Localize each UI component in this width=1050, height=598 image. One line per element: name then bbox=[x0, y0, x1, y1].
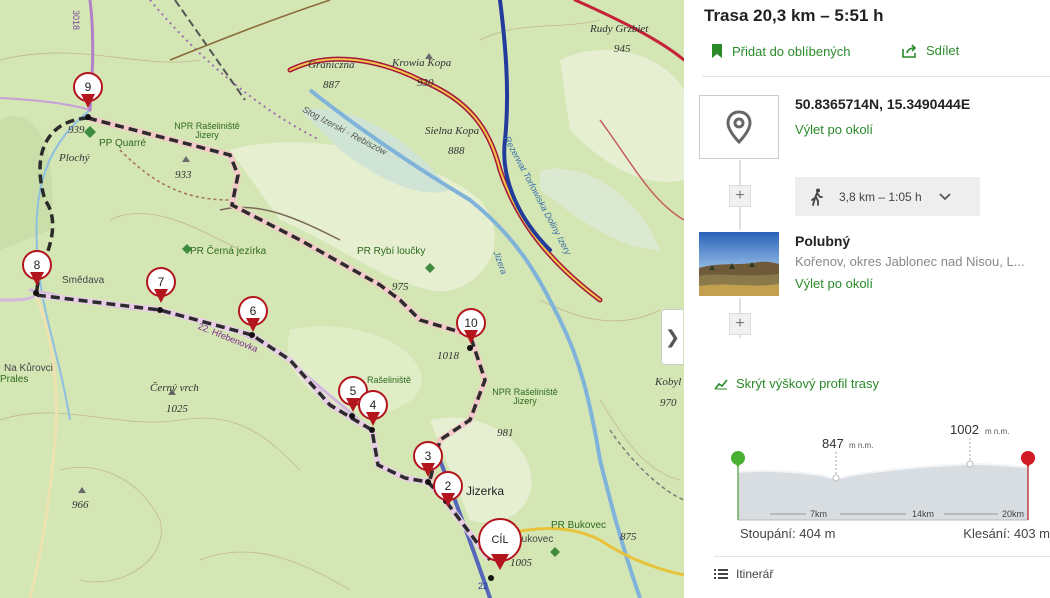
map-label-pr-bukovec: PR Bukovec bbox=[551, 520, 607, 531]
map-label-prales: Prales bbox=[0, 374, 29, 385]
map-label-road-3018: 3018 bbox=[71, 10, 81, 31]
landscape-photo bbox=[699, 232, 779, 296]
add-waypoint-button[interactable]: + bbox=[729, 185, 751, 207]
map-label-npr-top: NPR Rašeliniště Jizery bbox=[174, 121, 240, 140]
map-label-1005: 1005 bbox=[510, 557, 532, 569]
itinerary-button[interactable]: Itinerář bbox=[714, 567, 773, 581]
destination-subtitle: Kořenov, okres Jablonec nad Nisou, L... bbox=[795, 254, 1025, 269]
route-marker-10[interactable]: 10 bbox=[456, 308, 486, 348]
km-mark-7: 7km bbox=[810, 509, 827, 519]
segment-summary-label: 3,8 km – 1:05 h bbox=[839, 189, 922, 204]
route-marker-7[interactable]: 7 bbox=[146, 267, 176, 307]
map-label-raseliniste: Rašeliniště bbox=[367, 375, 412, 385]
map-label-970: 970 bbox=[660, 397, 677, 409]
map-label-pp-quarre: PP Quarré bbox=[99, 138, 147, 149]
location-pin-icon bbox=[726, 110, 752, 144]
add-waypoint-end-button[interactable]: + bbox=[729, 313, 751, 335]
share-icon bbox=[902, 43, 917, 58]
peak1-unit: m n.m. bbox=[849, 441, 873, 450]
map-label-939: 939 bbox=[68, 124, 85, 136]
destination-photo[interactable] bbox=[699, 232, 779, 296]
bookmark-icon bbox=[712, 44, 722, 58]
start-coordinates: 50.8365714N, 15.3490444E bbox=[795, 96, 971, 112]
map-label-plochy: Plochý bbox=[59, 152, 90, 164]
map-label-rudy-grzbiet: Rudy Grzbiet bbox=[590, 23, 649, 35]
add-favorite-label: Přidat do oblíbených bbox=[732, 43, 851, 59]
destination-name: Polubný bbox=[795, 233, 851, 249]
chart-line-icon bbox=[714, 378, 728, 389]
route-marker-4[interactable]: 4 bbox=[358, 390, 388, 430]
divider bbox=[714, 556, 1050, 557]
share-button[interactable]: Sdílet bbox=[902, 43, 959, 58]
elevation-chart: 847 m n.m. 1002 m n.m. 7km 14km 20km Sto… bbox=[731, 422, 1050, 541]
map-label-na-kurovci: Na Kůrovci bbox=[4, 363, 53, 374]
route-marker-2[interactable]: 2 bbox=[433, 471, 463, 511]
route-panel: Trasa 20,3 km – 5:51 h Přidat do oblíben… bbox=[684, 0, 1050, 598]
route-marker-9[interactable]: 9 bbox=[73, 72, 103, 112]
add-favorite-button[interactable]: Přidat do oblíbených bbox=[710, 43, 851, 59]
list-icon bbox=[714, 569, 728, 579]
km-mark-20: 20km bbox=[1002, 509, 1024, 519]
km-mark-14: 14km bbox=[912, 509, 934, 519]
start-thumbnail[interactable] bbox=[699, 95, 779, 159]
route-marker-6[interactable]: 6 bbox=[238, 296, 268, 336]
map-label-graniczna-elev: 887 bbox=[323, 79, 340, 91]
map-label-pr-cerna: PR Černá jezírka bbox=[190, 246, 267, 257]
map-label-981: 981 bbox=[497, 427, 514, 439]
plus-icon: + bbox=[735, 315, 745, 332]
map-label-graniczna: Graniczna bbox=[308, 59, 355, 71]
peak2-label: 1002 bbox=[950, 422, 979, 437]
map-label-sielna-kopa: Sielna Kopa bbox=[425, 125, 480, 137]
destination-trip-link[interactable]: Výlet po okolí bbox=[795, 276, 873, 291]
map-label-kobyl: Kobyl bbox=[655, 376, 682, 388]
map-label-975: 975 bbox=[392, 281, 409, 293]
map-label-sielna-elev: 888 bbox=[448, 145, 465, 157]
map-canvas[interactable]: Graniczna 887 Krowia Kopa 930 Sielna Kop… bbox=[0, 0, 684, 598]
ascent-label: Stoupání: 404 m bbox=[740, 526, 835, 541]
map-label-npr-mid: NPR Rašeliniště Jizery bbox=[492, 387, 558, 406]
itinerary-label: Itinerář bbox=[736, 567, 774, 581]
map-label-875: 875 bbox=[620, 531, 637, 543]
elevation-profile[interactable]: 847 m n.m. 1002 m n.m. 7km 14km 20km Sto… bbox=[730, 420, 1050, 555]
map-label-933: 933 bbox=[175, 169, 192, 181]
toggle-elevation-profile[interactable]: Skrýt výškový profil trasy bbox=[714, 376, 879, 391]
map-label-cerny-elev: 1025 bbox=[166, 403, 188, 415]
map-label-966: 966 bbox=[72, 499, 89, 511]
peak2-unit: m n.m. bbox=[985, 427, 1009, 436]
segment-summary[interactable]: 3,8 km – 1:05 h bbox=[795, 177, 980, 216]
share-label: Sdílet bbox=[926, 43, 960, 58]
toggle-elevation-label: Skrýt výškový profil trasy bbox=[736, 376, 880, 391]
map-label-krowia-kopa: Krowia Kopa bbox=[392, 57, 452, 69]
route-title: Trasa 20,3 km – 5:51 h bbox=[704, 6, 884, 25]
map-label-cerny-vrch: Černý vrch bbox=[150, 382, 199, 394]
peak1-label: 847 bbox=[822, 436, 844, 451]
descent-label: Klesání: 403 m bbox=[963, 526, 1050, 541]
route-marker-finish[interactable]: CÍL bbox=[478, 518, 522, 570]
map-label-jizerka: Jizerka bbox=[466, 484, 505, 498]
map-label-road-22: 22 bbox=[478, 581, 489, 591]
map-label-krowia-elev: 930 bbox=[417, 77, 434, 89]
plus-icon: + bbox=[735, 187, 745, 204]
map-label-1018: 1018 bbox=[437, 350, 459, 362]
route-marker-8[interactable]: 8 bbox=[22, 250, 52, 290]
chevron-right-icon: ❯ bbox=[664, 326, 681, 347]
walking-icon bbox=[811, 188, 823, 206]
start-trip-link[interactable]: Výlet po okolí bbox=[795, 122, 873, 137]
collapse-panel-button[interactable]: ❯ bbox=[661, 309, 683, 365]
map-label-rudy-elev: 945 bbox=[614, 43, 631, 55]
chevron-down-icon bbox=[939, 192, 951, 200]
map-label-smedava: Smědava bbox=[62, 275, 105, 286]
map-label-pr-rybi: PR Rybí loučky bbox=[357, 246, 426, 257]
divider bbox=[702, 76, 1050, 77]
